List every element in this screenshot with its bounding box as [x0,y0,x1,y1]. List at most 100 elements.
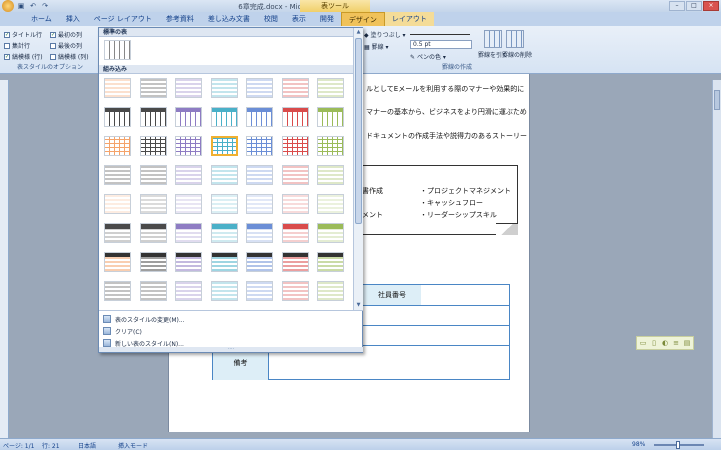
vertical-scrollbar[interactable] [712,80,721,438]
table-style-thumb[interactable] [139,107,167,127]
table-style-thumb[interactable] [104,136,131,156]
table-style-thumb[interactable] [139,136,167,156]
checkbox-icon[interactable]: ✓ [4,53,10,60]
status-language[interactable]: 日本語 [78,441,96,450]
checkbox-icon[interactable] [4,42,10,49]
table-style-thumb[interactable] [210,107,238,127]
table-style-thumb[interactable] [281,252,309,272]
table-style-thumb[interactable] [281,223,309,243]
table-style-thumb[interactable] [175,194,202,214]
eraser-icon[interactable] [506,30,524,48]
pen-color-button[interactable]: ✎ ペンの色 ▾ [410,52,446,61]
scroll-up-icon[interactable]: ▲ [354,28,363,37]
table-style-thumb[interactable] [281,165,309,185]
table-style-thumb[interactable] [175,281,202,301]
table-style-thumb[interactable] [210,78,238,98]
table-style-thumb[interactable] [175,78,202,98]
web-layout-icon[interactable]: ◐ [660,338,670,348]
pen-weight-select[interactable]: 0.5 pt [410,40,472,49]
status-line[interactable]: 行: 21 [42,441,60,450]
table-style-thumb[interactable] [317,281,344,301]
table-style-thumb[interactable] [139,78,167,98]
table-style-thumb[interactable] [139,281,167,301]
table-style-thumb[interactable] [210,252,238,272]
table-style-thumb[interactable] [139,194,167,214]
maximize-icon[interactable]: □ [686,1,702,11]
table-style-thumb[interactable] [104,78,131,98]
save-icon[interactable]: ▣ [16,1,26,11]
gallery-resize-grip[interactable]: ···· [99,347,363,352]
modify-table-style-item[interactable]: 表のスタイルの変更(M)... [99,314,363,324]
scroll-thumb[interactable] [714,90,720,110]
table-style-thumb[interactable] [175,223,202,243]
option-header-row[interactable]: ✓ タイトル行 [4,30,42,39]
status-page[interactable]: ページ: 1/1 [3,441,34,450]
draw-table-icon[interactable] [484,30,502,48]
table-style-thumb[interactable] [210,223,238,243]
status-mode[interactable]: 挿入モード [118,441,148,450]
table-style-thumb[interactable] [246,194,273,214]
tab-page-layout[interactable]: ページ レイアウト [87,12,159,26]
table-style-thumb[interactable] [317,194,344,214]
table-style-thumb[interactable] [281,107,309,127]
table-style-thumb[interactable] [246,78,273,98]
tab-insert[interactable]: 挿入 [59,12,87,26]
undo-icon[interactable]: ↶ [28,1,38,11]
table-style-thumb[interactable] [210,281,238,301]
pen-style-line[interactable] [410,34,470,35]
clear-item[interactable]: クリア(C) [99,326,363,336]
gallery-scroll-thumb[interactable] [355,38,362,224]
table-style-thumb[interactable] [104,252,131,272]
table-style-thumb[interactable] [139,165,167,185]
table-style-thumb[interactable] [104,223,131,243]
tab-view[interactable]: 表示 [285,12,313,26]
zoom-knob[interactable] [676,441,680,449]
tab-review[interactable]: 校閲 [257,12,285,26]
option-banded-rows[interactable]: ✓ 縞模様 (行) [4,52,43,61]
table-style-thumb[interactable] [246,223,273,243]
option-banded-columns[interactable]: 縞模様 (列) [50,52,89,61]
table-style-thumb[interactable] [281,78,309,98]
table-style-thumb[interactable] [139,252,167,272]
table-style-thumb[interactable] [175,252,202,272]
table-style-thumb[interactable] [210,194,238,214]
option-total-row[interactable]: 集計行 [4,41,30,50]
table-style-thumb[interactable] [139,223,167,243]
minimize-icon[interactable]: – [669,1,685,11]
table-style-thumb[interactable] [104,281,131,301]
zoom-slider[interactable] [654,441,704,449]
table-style-thumb[interactable] [246,107,273,127]
borders-button[interactable]: ▦ 罫線 ▾ [364,42,389,51]
table-style-thumb[interactable] [246,252,273,272]
table-style-thumb[interactable] [246,281,273,301]
table-style-thumb[interactable] [246,136,273,156]
redo-icon[interactable]: ↷ [40,1,50,11]
table-style-thumb[interactable] [175,107,202,127]
option-first-column[interactable]: ✓ 最初の列 [50,30,82,39]
option-last-column[interactable]: 最後の列 [50,41,82,50]
table-style-thumb[interactable] [210,136,238,156]
checkbox-icon[interactable]: ✓ [4,31,10,38]
scroll-down-icon[interactable]: ▼ [354,301,363,310]
tab-design[interactable]: デザイン [340,12,385,26]
outline-icon[interactable]: ≡ [671,338,681,348]
checkbox-icon[interactable] [50,42,56,49]
shading-button[interactable]: ◆ 塗りつぶし ▾ [364,30,406,39]
table-style-thumb[interactable] [317,223,344,243]
table-style-thumb[interactable] [175,165,202,185]
table-style-thumb[interactable] [210,165,238,185]
table-style-thumb[interactable] [317,107,344,127]
gallery-scrollbar[interactable]: ▲ ▼ [353,28,363,310]
draft-icon[interactable]: ▤ [682,338,692,348]
close-icon[interactable]: × [703,1,719,11]
tab-developer[interactable]: 開発 [313,12,341,26]
print-layout-icon[interactable]: ▭ [638,338,648,348]
zoom-level[interactable]: 98% [632,441,645,448]
table-style-thumb[interactable] [104,107,131,127]
table-style-thumb[interactable] [104,165,131,185]
reading-layout-icon[interactable]: ▯ [649,338,659,348]
tab-mailings[interactable]: 差し込み文書 [201,12,257,26]
table-style-thumb[interactable] [281,136,309,156]
table-styles-gallery[interactable]: 標準の表 組み込み ▲ ▼ 表のスタイルの変更(M)... クリア(C) 新しい… [98,27,363,353]
checkbox-icon[interactable] [50,53,56,60]
